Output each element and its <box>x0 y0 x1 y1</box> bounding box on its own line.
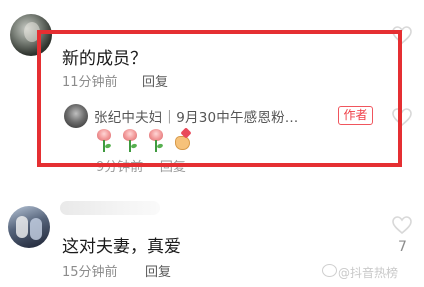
reply-button[interactable]: 回复 <box>145 261 171 280</box>
like-count: 7 <box>398 239 407 255</box>
commenter-avatar[interactable] <box>8 206 50 248</box>
weibo-logo-icon <box>322 264 337 277</box>
heart-like-icon[interactable] <box>392 216 412 234</box>
highlight-box <box>37 30 402 167</box>
comment-time: 15分钟前 <box>62 265 118 280</box>
comment-text: 这对夫妻，真爱 <box>62 237 181 257</box>
blurred-username <box>60 201 160 215</box>
watermark: @抖音热榜 <box>338 266 399 280</box>
